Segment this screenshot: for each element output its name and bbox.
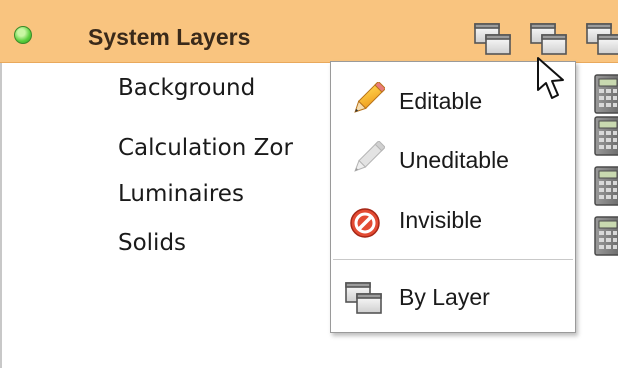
layer-item-background[interactable]: Background	[118, 75, 255, 101]
layer-mode-icon[interactable]	[530, 23, 568, 57]
menu-item-by-layer[interactable]: By Layer	[331, 270, 575, 328]
layer-mode-icon[interactable]	[586, 23, 618, 57]
no-entry-icon	[350, 208, 380, 238]
header-title: System Layers	[88, 24, 251, 50]
menu-item-label: Uneditable	[399, 147, 509, 173]
pencil-icon	[354, 82, 385, 113]
menu-item-label: By Layer	[399, 284, 490, 310]
layer-mode-icon[interactable]	[474, 23, 512, 57]
status-dot-icon	[14, 26, 32, 44]
calculator-icon[interactable]	[594, 74, 618, 114]
pencil-disabled-icon	[354, 141, 385, 172]
layers-icon	[345, 282, 383, 316]
calculator-icon[interactable]	[594, 166, 618, 206]
menu-separator	[333, 259, 573, 260]
calculator-icon[interactable]	[594, 116, 618, 156]
layer-item-solids[interactable]: Solids	[118, 230, 186, 256]
menu-item-label: Editable	[399, 88, 483, 114]
system-layers-header[interactable]: System Layers	[0, 0, 618, 63]
menu-item-invisible[interactable]: Invisible	[331, 193, 575, 251]
layer-item-calculation-zones[interactable]: Calculation Zor	[118, 135, 293, 161]
panel-border	[0, 63, 2, 368]
mouse-pointer-icon	[537, 57, 564, 99]
menu-item-uneditable[interactable]: Uneditable	[331, 133, 575, 191]
menu-item-label: Invisible	[399, 207, 483, 233]
layer-item-luminaires[interactable]: Luminaires	[118, 181, 244, 207]
calculator-icon[interactable]	[594, 216, 618, 256]
